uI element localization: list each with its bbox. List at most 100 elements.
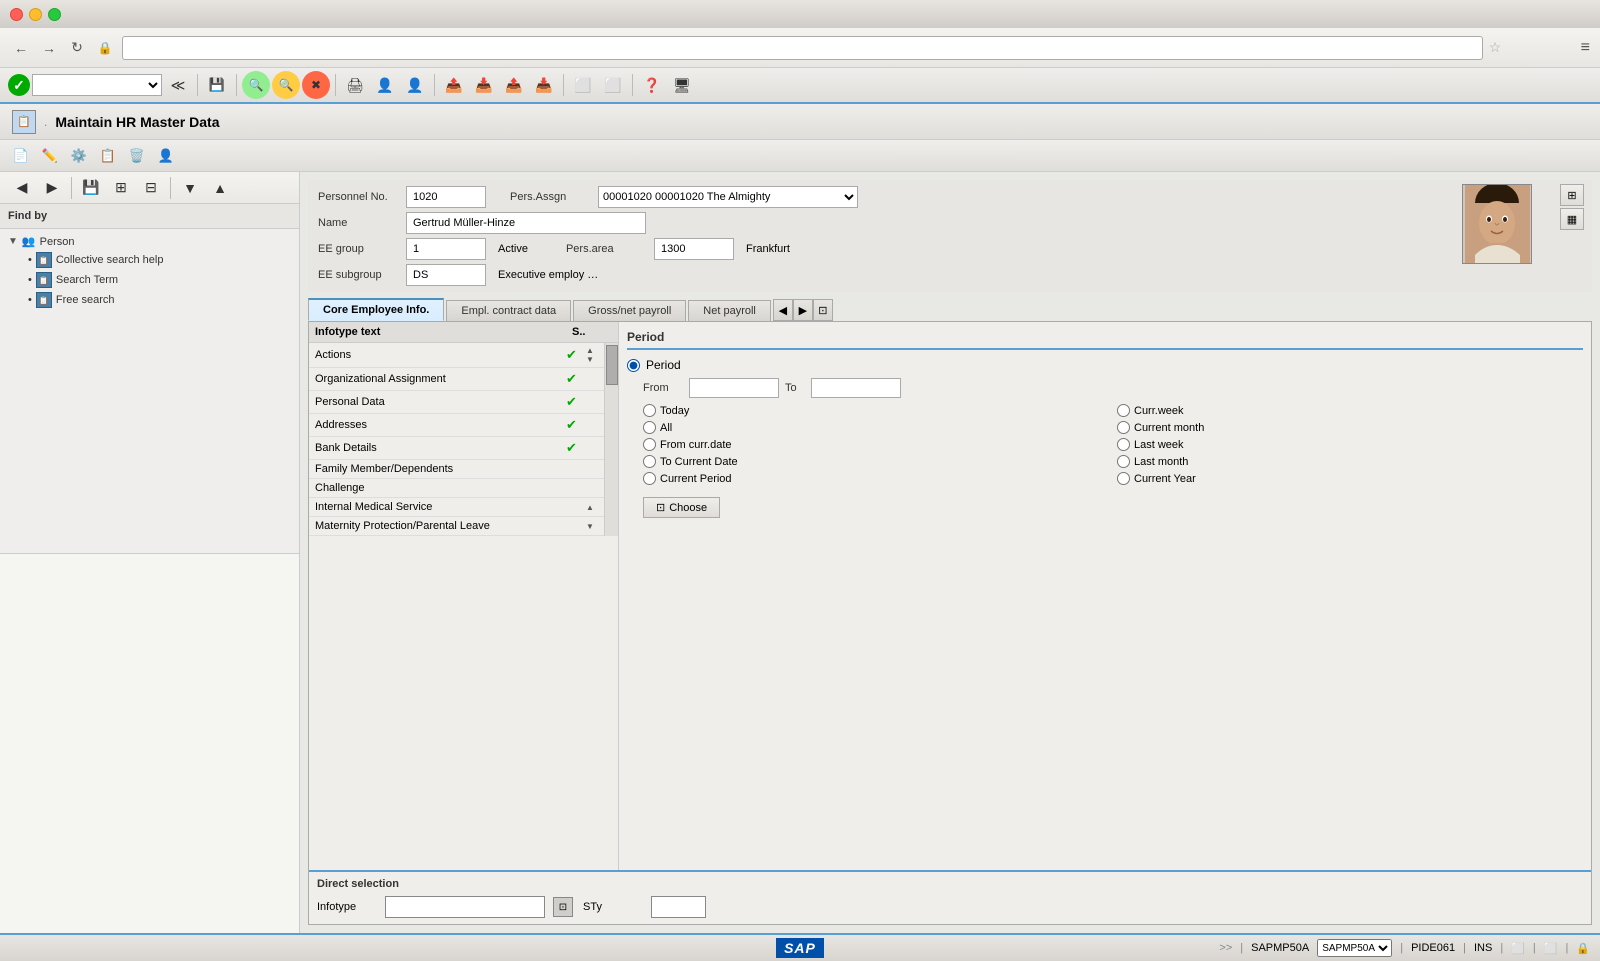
photo-btn1[interactable]: ⊞ (1560, 184, 1584, 206)
edit-icon[interactable]: ✏️ (37, 143, 63, 169)
toolbar-cancel-icon[interactable]: ✖ (302, 71, 330, 99)
copy-icon[interactable]: ⚙️ (66, 143, 92, 169)
sap-start-button[interactable]: ✓ (8, 74, 30, 96)
period-radio[interactable] (627, 359, 640, 372)
menu-icon[interactable]: ≡ (1581, 39, 1590, 57)
delimit-icon[interactable]: 📋 (95, 143, 121, 169)
last-week-radio[interactable] (1117, 438, 1130, 451)
delete-icon[interactable]: 🗑️ (124, 143, 150, 169)
scrollbar-thumb[interactable] (606, 345, 618, 385)
infotype-row-org-assignment[interactable]: Organizational Assignment ✔ (309, 368, 604, 391)
status-separator-left: >> (1219, 942, 1232, 954)
infotype-direct-label: Infotype (317, 901, 377, 913)
tab-next-btn[interactable]: ▶ (793, 299, 813, 321)
current-period-radio[interactable] (643, 472, 656, 485)
infotype-row-personal-data[interactable]: Personal Data ✔ (309, 391, 604, 414)
infotype-row-family-member[interactable]: Family Member/Dependents (309, 460, 604, 479)
from-curr-date-radio[interactable] (643, 438, 656, 451)
nav-sort-icon[interactable]: ▲ (206, 174, 234, 202)
scroll-up-btn2[interactable]: ▲ (586, 503, 598, 512)
tree-person-item[interactable]: ▼ 👥 Person (4, 233, 295, 250)
tab-net-payroll[interactable]: Net payroll (688, 300, 771, 321)
new-icon[interactable]: 📄 (8, 143, 34, 169)
infotype-row-addresses[interactable]: Addresses ✔ (309, 414, 604, 437)
back-button[interactable]: ← (10, 37, 32, 59)
photo-btn2[interactable]: ▦ (1560, 208, 1584, 230)
infotype-row-bank-details[interactable]: Bank Details ✔ (309, 437, 604, 460)
toolbar-prev-icon[interactable]: ≪ (164, 71, 192, 99)
toolbar-save-icon[interactable]: 💾 (203, 71, 231, 99)
nav-filter-icon[interactable]: ▼ (176, 174, 204, 202)
toolbar-upload-icon[interactable]: 📤 (440, 71, 468, 99)
maximize-button[interactable] (48, 8, 61, 21)
infotype-direct-field[interactable] (385, 896, 545, 918)
toolbar-search2-icon[interactable]: 🔍 (272, 71, 300, 99)
tab-expand-btn[interactable]: ⊡ (813, 299, 833, 321)
toolbar-monitor-icon[interactable]: 🖥 (668, 71, 696, 99)
currweek-radio[interactable] (1117, 404, 1130, 417)
currweek-label: Curr.week (1134, 405, 1184, 417)
infotype-scrollbar[interactable] (604, 343, 618, 536)
pers-area-code-field[interactable] (654, 238, 734, 260)
close-button[interactable] (10, 8, 23, 21)
pers-assn-dropdown[interactable]: 00001020 00001020 The Almighty (598, 186, 858, 208)
to-field[interactable] (811, 378, 901, 398)
title-separator: . (44, 115, 47, 129)
choose-button[interactable]: ⊡ Choose (643, 497, 720, 518)
infotype-lookup-btn[interactable]: ⊡ (553, 897, 573, 917)
current-month-radio[interactable] (1117, 421, 1130, 434)
sty-field[interactable] (651, 896, 706, 918)
tree-search-term-item[interactable]: • 📋 Search Term (4, 270, 295, 290)
toolbar-dropdown[interactable] (32, 74, 162, 96)
scroll-up-btn[interactable]: ▲ (586, 346, 598, 355)
forward-button[interactable]: → (38, 37, 60, 59)
nav-collapse-icon[interactable]: ⊟ (137, 174, 165, 202)
nav-back-icon[interactable]: ◀ (8, 174, 36, 202)
infotype-rows-container: Actions ✔ ▲ ▼ Organizational Assignment … (309, 343, 604, 536)
all-radio[interactable] (643, 421, 656, 434)
scroll-down-btn2[interactable]: ▼ (586, 522, 598, 531)
toolbar-grid2-icon[interactable]: ⬜ (599, 71, 627, 99)
toolbar-download2-icon[interactable]: 📥 (530, 71, 558, 99)
program-dropdown[interactable]: SAPMP50A (1317, 939, 1392, 957)
personnel-no-field[interactable] (406, 186, 486, 208)
url-bar[interactable] (122, 36, 1483, 60)
toolbar-print-icon[interactable]: 🖨 (341, 71, 369, 99)
current-year-radio[interactable] (1117, 472, 1130, 485)
toolbar-download1-icon[interactable]: 📥 (470, 71, 498, 99)
tab-prev-btn[interactable]: ◀ (773, 299, 793, 321)
to-current-date-radio[interactable] (643, 455, 656, 468)
from-field[interactable] (689, 378, 779, 398)
infotype-medical-label: Internal Medical Service (315, 501, 566, 513)
tree-collective-search-item[interactable]: • 📋 Collective search help (4, 250, 295, 270)
nav-expand-icon[interactable]: ⊞ (107, 174, 135, 202)
toolbar-help-icon[interactable]: ❓ (638, 71, 666, 99)
last-month-radio[interactable] (1117, 455, 1130, 468)
infotype-row-challenge[interactable]: Challenge (309, 479, 604, 498)
nav-forward-icon[interactable]: ▶ (38, 174, 66, 202)
infotype-row-actions[interactable]: Actions ✔ ▲ ▼ (309, 343, 604, 368)
lock-icon[interactable]: 🔒 (94, 37, 116, 59)
scroll-down-btn[interactable]: ▼ (586, 355, 598, 364)
ee-group-code-field[interactable] (406, 238, 486, 260)
infotype-row-internal-medical[interactable]: Internal Medical Service ▲ (309, 498, 604, 517)
user-icon[interactable]: 👤 (153, 143, 179, 169)
refresh-button[interactable]: ↻ (66, 37, 88, 59)
toolbar-user2-icon[interactable]: 👤 (401, 71, 429, 99)
toolbar-user1-icon[interactable]: 👤 (371, 71, 399, 99)
nav-save-icon[interactable]: 💾 (77, 174, 105, 202)
toolbar-grid1-icon[interactable]: ⬜ (569, 71, 597, 99)
sap-toolbar: ✓ ≪ 💾 🔍 🔍 ✖ 🖨 👤 👤 📤 📥 📤 📥 ⬜ ⬜ ❓ 🖥 (0, 68, 1600, 104)
tree-free-search-item[interactable]: • 📋 Free search (4, 290, 295, 310)
toolbar-upload2-icon[interactable]: 📤 (500, 71, 528, 99)
minimize-button[interactable] (29, 8, 42, 21)
tab-gross-net-payroll[interactable]: Gross/net payroll (573, 300, 686, 321)
ee-subgroup-code-field[interactable] (406, 264, 486, 286)
toolbar-search1-icon[interactable]: 🔍 (242, 71, 270, 99)
tab-core-employee-info[interactable]: Core Employee Info. (308, 298, 444, 321)
tab-empl-contract-data[interactable]: Empl. contract data (446, 300, 571, 321)
name-field[interactable] (406, 212, 646, 234)
bookmark-icon[interactable]: ☆ (1489, 39, 1502, 56)
infotype-row-maternity[interactable]: Maternity Protection/Parental Leave ▼ (309, 517, 604, 536)
today-radio[interactable] (643, 404, 656, 417)
